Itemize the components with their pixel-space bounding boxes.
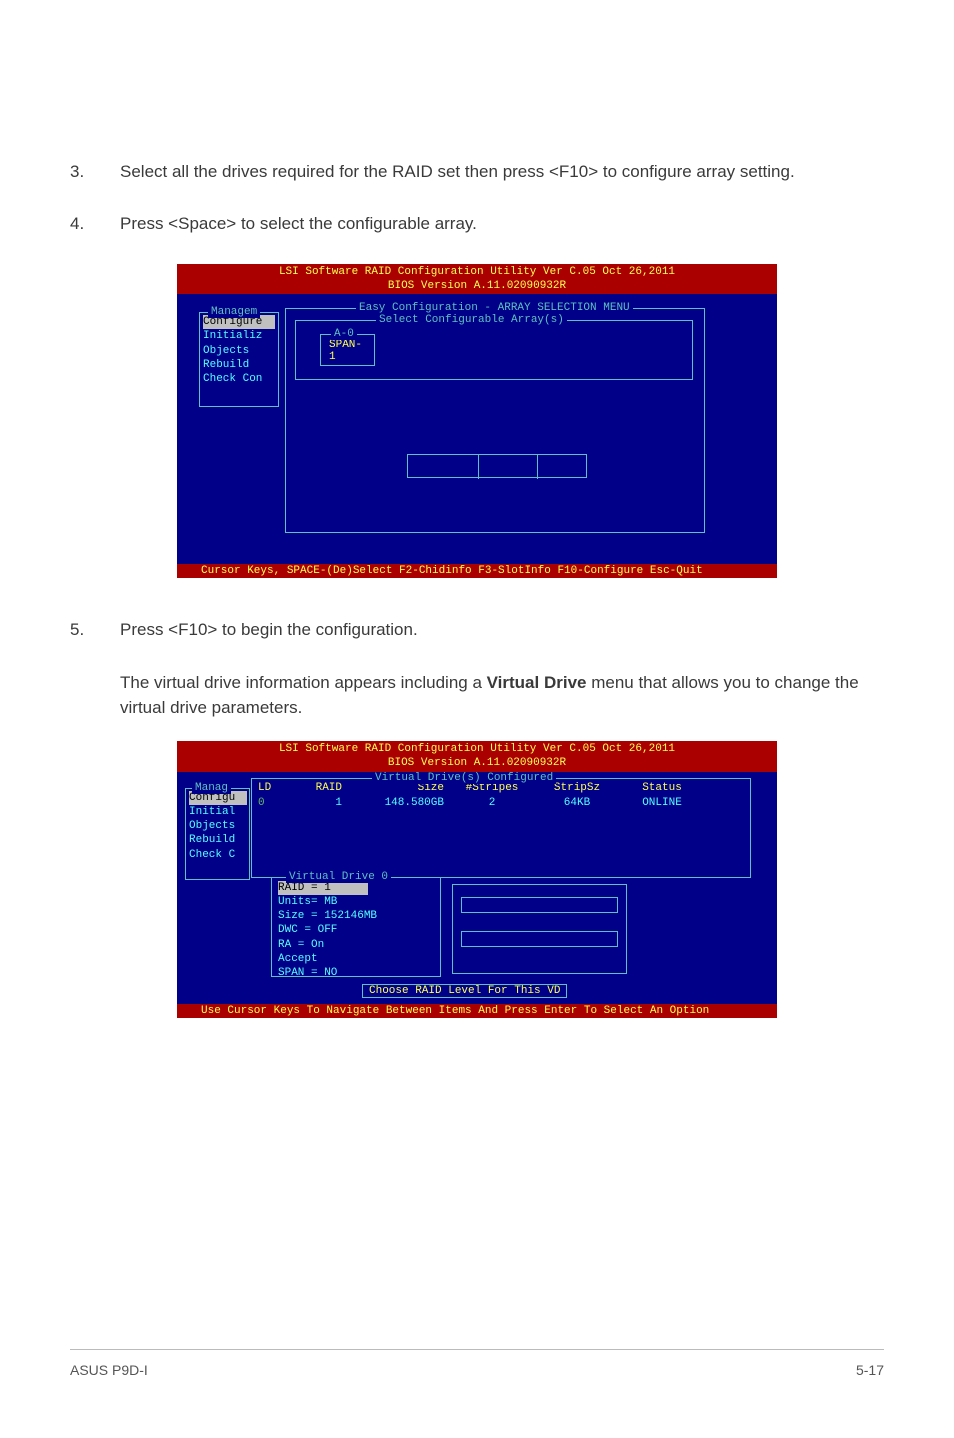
page-footer: ASUS P9D-I 5-17 xyxy=(70,1349,884,1378)
menu-item-checkc: Check C xyxy=(189,849,235,861)
step-5-sub-bold: Virtual Drive xyxy=(487,673,587,692)
bios-title-line1: LSI Software RAID Configuration Utility … xyxy=(177,742,777,756)
array-a0-box: A-0 SPAN-1 xyxy=(320,334,375,366)
right-sub-box-1 xyxy=(461,897,618,913)
col-raid: RAID xyxy=(292,781,352,796)
menu-item-objects: Objects xyxy=(203,345,249,357)
step-5-text: Press <F10> to begin the configuration. xyxy=(120,618,884,642)
bios-header: LSI Software RAID Configuration Utility … xyxy=(177,264,777,295)
menu-item-initialize: Initializ xyxy=(203,330,262,342)
footer-page-number: 5-17 xyxy=(856,1362,884,1378)
col-ld: LD xyxy=(258,781,292,796)
management-menu-box: Manag Configu Initial Objects Rebuild Ch… xyxy=(185,788,250,880)
step-4-text: Press <Space> to select the configurable… xyxy=(120,212,884,236)
select-configurable-label: Select Configurable Array(s) xyxy=(376,314,567,326)
vd0-accept: Accept xyxy=(278,953,318,965)
step-4-number: 4. xyxy=(70,212,120,236)
menu-item-objects: Objects xyxy=(189,820,235,832)
management-menu-label: Manag xyxy=(192,782,231,794)
bios-title-line2: BIOS Version A.11.02090932R xyxy=(177,756,777,770)
cell-status: ONLINE xyxy=(622,796,702,811)
choose-raid-level-box: Choose RAID Level For This VD xyxy=(362,984,567,998)
bios-footer: Cursor Keys, SPACE-(De)Select F2-Chidinf… xyxy=(177,564,777,578)
menu-item-rebuild: Rebuild xyxy=(203,359,249,371)
bios-title-line1: LSI Software RAID Configuration Utility … xyxy=(177,265,777,279)
cell-raid: 1 xyxy=(292,796,352,811)
right-selection-box xyxy=(452,884,627,974)
virtual-drive-0-box: Virtual Drive 0 RAID = 1 Units= MB Size … xyxy=(271,877,441,977)
step-5-number: 5. xyxy=(70,618,120,642)
menu-item-checkcon: Check Con xyxy=(203,373,262,385)
bios-title-line2: BIOS Version A.11.02090932R xyxy=(177,279,777,293)
array-a0-label: A-0 xyxy=(331,328,357,340)
virtual-drive-0-label: Virtual Drive 0 xyxy=(286,871,391,883)
step-4: 4. Press <Space> to select the configura… xyxy=(70,212,884,236)
management-menu-box: Managem Configure Initializ Objects Rebu… xyxy=(199,312,279,407)
vd0-dwc: DWC = OFF xyxy=(278,924,337,936)
step-3: 3. Select all the drives required for th… xyxy=(70,160,884,184)
virtual-drives-box: Virtual Drive(s) Configured LD RAID Size… xyxy=(251,778,751,878)
cell-stripsz: 64KB xyxy=(532,796,622,811)
menu-item-rebuild: Rebuild xyxy=(189,834,235,846)
step-5-subtext: The virtual drive information appears in… xyxy=(120,670,884,721)
menu-item-initialize: Initial xyxy=(189,806,235,818)
vd-table-row: 0 1 148.580GB 2 64KB ONLINE xyxy=(258,796,744,811)
vd0-raid: RAID = 1 xyxy=(278,881,368,895)
empty-row-cell xyxy=(478,455,538,479)
bios-header: LSI Software RAID Configuration Utility … xyxy=(177,741,777,772)
vd0-ra: RA = On xyxy=(278,939,324,951)
vd0-size: Size = 152146MB xyxy=(278,910,377,922)
col-status: Status xyxy=(622,781,702,796)
bios-screenshot-1: LSI Software RAID Configuration Utility … xyxy=(177,264,777,579)
cell-stripes: 2 xyxy=(452,796,532,811)
vd0-units: Units= MB xyxy=(278,896,337,908)
cell-ld: 0 xyxy=(258,796,292,811)
bios-footer-text: Use Cursor Keys To Navigate Between Item… xyxy=(201,1005,773,1017)
cell-size: 148.580GB xyxy=(352,796,452,811)
bios-screenshot-2: LSI Software RAID Configuration Utility … xyxy=(177,741,777,1018)
right-sub-box-2 xyxy=(461,931,618,947)
management-menu-label: Managem xyxy=(208,306,260,318)
step-3-number: 3. xyxy=(70,160,120,184)
bios-footer-text: Cursor Keys, SPACE-(De)Select F2-Chidinf… xyxy=(201,565,773,577)
step-5: 5. Press <F10> to begin the configuratio… xyxy=(70,618,884,642)
step-5-sub-a: The virtual drive information appears in… xyxy=(120,673,487,692)
virtual-drives-label: Virtual Drive(s) Configured xyxy=(372,772,556,784)
bios-footer: Use Cursor Keys To Navigate Between Item… xyxy=(177,1004,777,1018)
array-selection-label: Easy Configuration - ARRAY SELECTION MEN… xyxy=(356,302,633,314)
vd0-span: SPAN = NO xyxy=(278,967,337,979)
empty-row-box xyxy=(407,454,587,478)
step-3-text: Select all the drives required for the R… xyxy=(120,160,884,184)
footer-product: ASUS P9D-I xyxy=(70,1362,148,1378)
